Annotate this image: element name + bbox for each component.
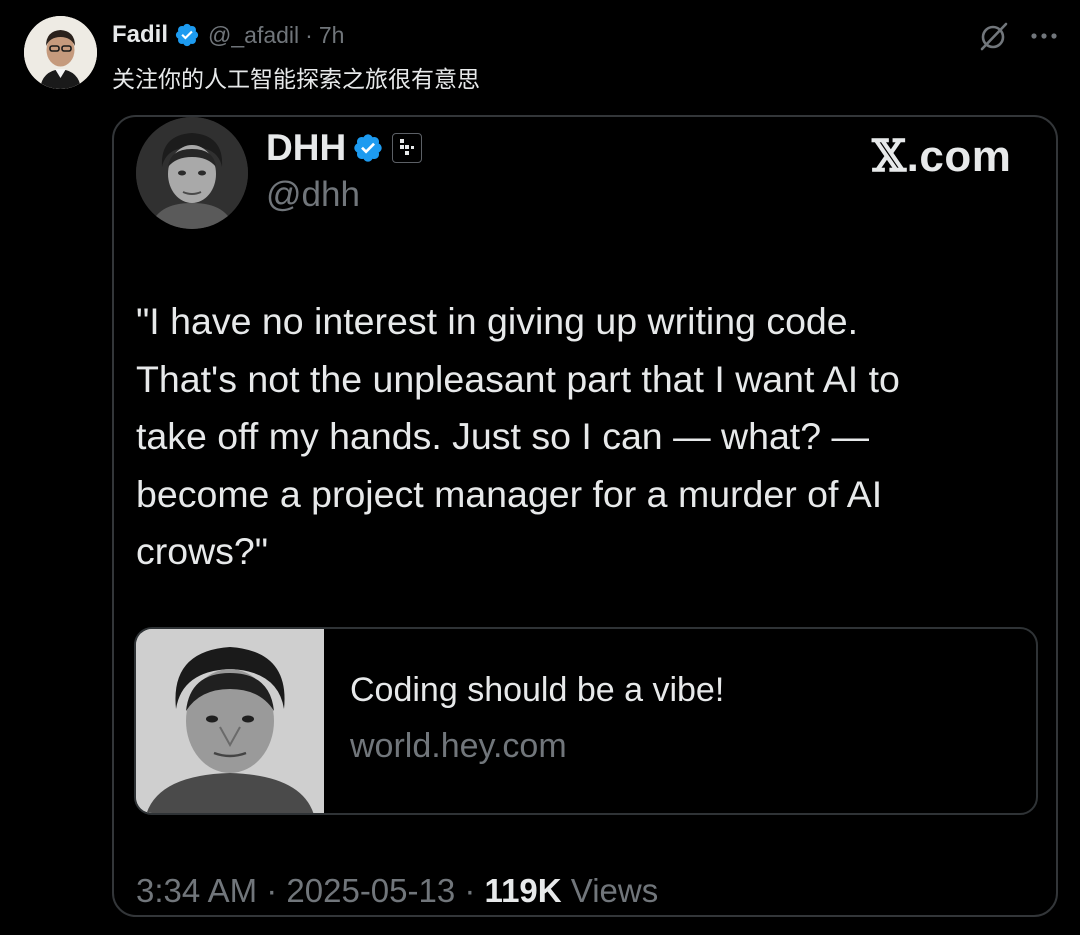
- post-text: 关注你的人工智能探索之旅很有意思: [112, 67, 480, 93]
- person-avatar-icon: [24, 16, 97, 89]
- author-handle[interactable]: @_afadil: [208, 22, 299, 49]
- link-thumbnail: [136, 629, 324, 813]
- quoted-post-text: "I have no interest in giving up writing…: [136, 293, 1041, 581]
- meta-separator: ·: [257, 872, 287, 909]
- x-logo-icon: 𝕏: [872, 131, 907, 182]
- post-timestamp[interactable]: 7h: [319, 22, 345, 49]
- post-meta-footer: 3:34 AM · 2025-05-13 · 119K Views: [136, 872, 658, 910]
- quoted-text-line: take off my hands. Just so I can — what?…: [136, 415, 869, 457]
- quoted-text-line: become a project manager for a murder of…: [136, 472, 883, 515]
- quoted-text-line: That's not the unpleasant part that I wa…: [136, 357, 900, 400]
- link-preview-card[interactable]: Coding should be a vibe! world.hey.com: [134, 627, 1038, 815]
- x-logo-suffix: .com: [906, 132, 1012, 181]
- quoted-author-row: DHH: [266, 127, 423, 169]
- meta-separator: ·: [455, 872, 485, 909]
- separator-dot: ·: [305, 21, 313, 48]
- author-name[interactable]: Fadil: [112, 21, 168, 49]
- more-options-icon[interactable]: [1026, 18, 1062, 54]
- grok-icon[interactable]: [976, 18, 1012, 54]
- verified-badge-icon: [174, 22, 200, 48]
- author-avatar[interactable]: [24, 16, 97, 89]
- affiliate-badge-icon[interactable]: [392, 133, 423, 163]
- link-domain: world.hey.com: [350, 727, 567, 765]
- quoted-author-name[interactable]: DHH: [266, 127, 346, 169]
- views-label: Views: [561, 872, 659, 909]
- views-count: 119K: [484, 872, 562, 909]
- quoted-author-avatar[interactable]: [136, 117, 248, 229]
- post-date[interactable]: 2025-05-13: [286, 872, 455, 909]
- verified-badge-icon: [352, 132, 384, 164]
- x-com-logo: 𝕏.com: [872, 131, 1011, 182]
- person-avatar-icon: [136, 117, 248, 229]
- post-header: Fadil @_afadil · 7h: [112, 18, 344, 52]
- quoted-post-card[interactable]: DHH @dhh 𝕏.com "I have no interest in gi…: [112, 115, 1058, 917]
- person-photo-icon: [136, 629, 324, 813]
- quoted-text-line: crows?": [136, 530, 269, 572]
- link-title[interactable]: Coding should be a vibe!: [350, 671, 724, 710]
- quoted-author-handle[interactable]: @dhh: [266, 175, 360, 215]
- quoted-text-line: "I have no interest in giving up writing…: [136, 300, 859, 342]
- post-time[interactable]: 3:34 AM: [136, 872, 257, 909]
